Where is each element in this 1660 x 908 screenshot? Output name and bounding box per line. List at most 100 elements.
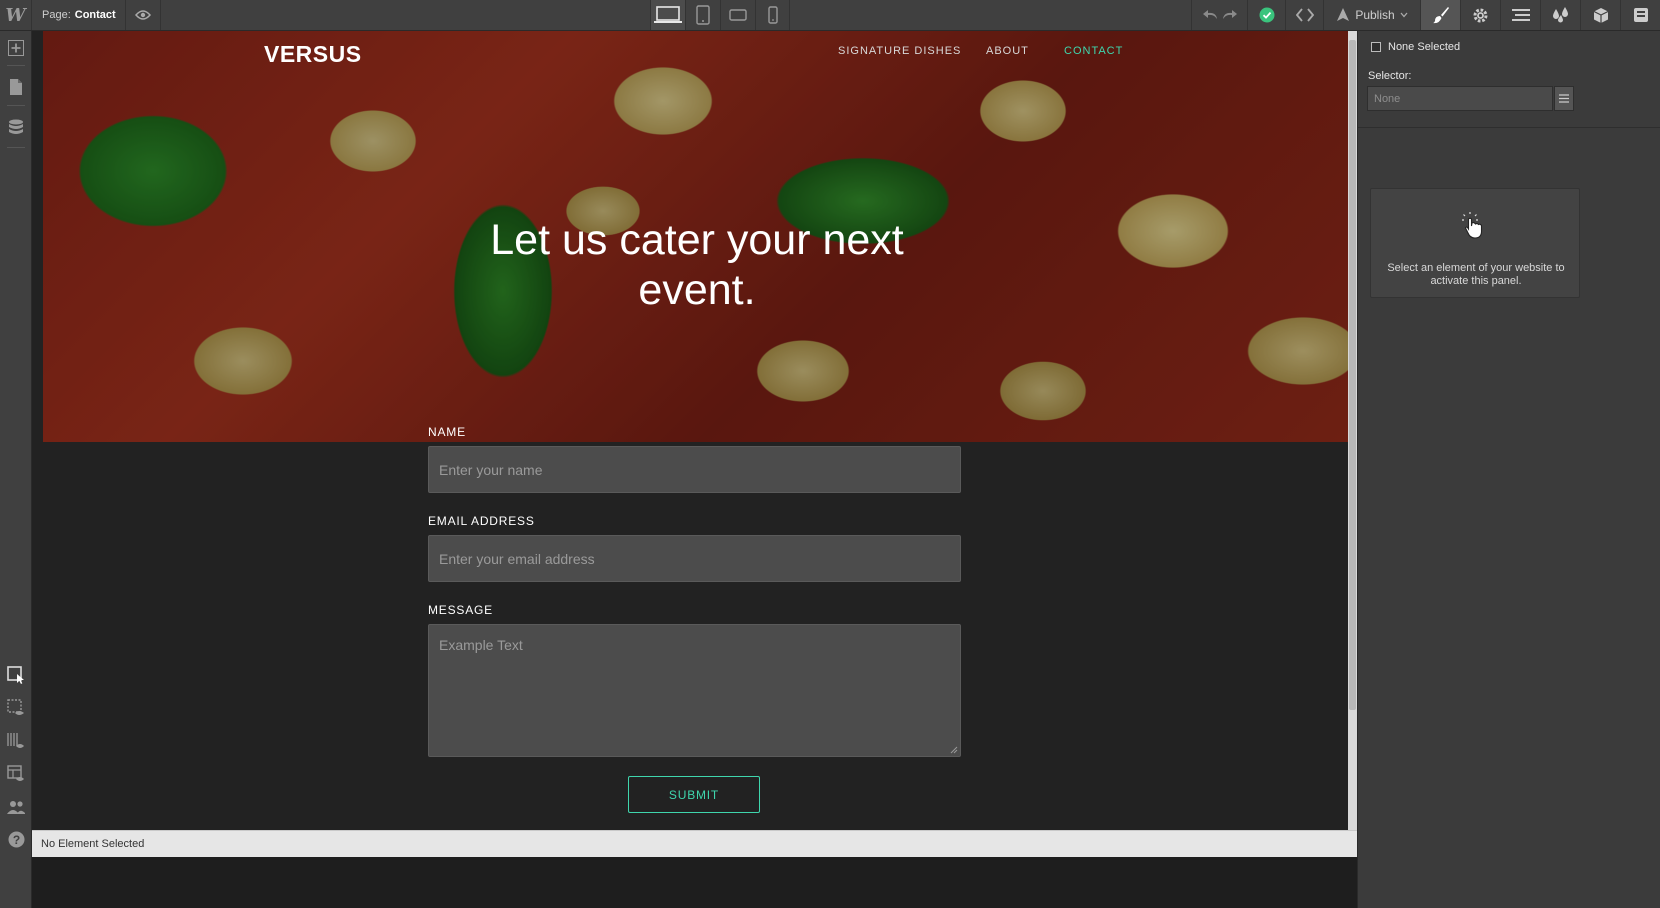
device-desktop-button[interactable] — [650, 0, 685, 30]
toolbar-right: Publish — [1191, 0, 1660, 30]
message-label: MESSAGE — [428, 603, 493, 617]
page-selector[interactable]: Page: Contact — [32, 0, 126, 30]
submit-button[interactable]: SUBMIT — [628, 776, 760, 813]
scrollbar-thumb[interactable] — [1349, 40, 1356, 710]
chevron-down-icon — [1400, 12, 1408, 18]
tab-navigator[interactable] — [1500, 0, 1540, 30]
select-tool-button[interactable] — [0, 659, 32, 691]
nav-link-signature-dishes[interactable]: SIGNATURE DISHES — [838, 45, 961, 57]
design-canvas[interactable]: VERSUS SIGNATURE DISHES ABOUT CONTACT Le… — [32, 31, 1424, 873]
element-visibility-icon — [7, 699, 24, 715]
publish-button[interactable]: Publish — [1323, 0, 1420, 30]
nav-link-contact[interactable]: CONTACT — [1064, 45, 1123, 57]
tab-swatches[interactable] — [1540, 0, 1580, 30]
hero-section[interactable]: VERSUS SIGNATURE DISHES ABOUT CONTACT Le… — [43, 31, 1411, 442]
redo-icon[interactable] — [1220, 9, 1238, 21]
undo-redo-group — [1191, 0, 1247, 30]
help-button[interactable]: ? — [0, 823, 32, 855]
empty-panel-hint: Select an element of your website to act… — [1370, 188, 1580, 298]
mobile-portrait-icon — [767, 6, 778, 24]
preview-button[interactable] — [126, 0, 161, 30]
settings-panel-icon — [1633, 8, 1648, 22]
tab-settings[interactable] — [1460, 0, 1500, 30]
page-selector-value: Contact — [74, 9, 116, 21]
device-mobile-landscape-button[interactable] — [720, 0, 755, 30]
name-placeholder: Enter your name — [439, 461, 543, 478]
selector-placeholder: None — [1374, 92, 1401, 105]
panel-divider — [1358, 127, 1660, 128]
gear-icon — [1473, 8, 1488, 22]
toolbar-divider — [7, 147, 25, 148]
mobile-landscape-icon — [729, 9, 747, 21]
hero-title[interactable]: Let us cater your next event. — [427, 215, 967, 315]
checkbox[interactable] — [1371, 42, 1381, 52]
email-label: EMAIL ADDRESS — [428, 514, 535, 528]
device-tablet-button[interactable] — [685, 0, 720, 30]
grid-icon — [7, 733, 24, 748]
tab-symbols[interactable] — [1580, 0, 1620, 30]
none-selected-toggle[interactable]: None Selected — [1371, 41, 1460, 53]
message-textarea[interactable]: Example Text — [428, 624, 961, 757]
preview-layout-button[interactable] — [0, 758, 32, 790]
left-toolbar: ? — [0, 31, 32, 908]
name-label: NAME — [428, 425, 466, 439]
help-icon: ? — [8, 831, 24, 847]
swatches-icon — [1552, 7, 1568, 23]
tab-style-manager[interactable] — [1420, 0, 1460, 30]
device-switcher — [650, 0, 790, 30]
top-toolbar: W Page: Contact Publish — [0, 0, 1660, 31]
tab-settings-panel[interactable] — [1620, 0, 1660, 30]
selector-input[interactable]: None — [1367, 86, 1553, 111]
style-panel: None Selected Selector: None Select an e… — [1357, 31, 1660, 908]
check-circle-icon — [1259, 7, 1274, 23]
status-text: No Element Selected — [41, 838, 145, 850]
pages-button[interactable] — [0, 71, 32, 103]
toolbar-divider — [7, 65, 25, 66]
box-icon — [1593, 7, 1608, 23]
code-brackets-icon — [1295, 8, 1314, 22]
site-brand[interactable]: VERSUS — [264, 41, 362, 68]
page-selector-label: Page: — [42, 9, 71, 21]
grid-overlay-button[interactable] — [0, 725, 32, 757]
svg-text:?: ? — [12, 832, 19, 846]
add-icon — [8, 40, 24, 56]
tablet-icon — [696, 5, 710, 25]
navigator-icon — [1511, 9, 1530, 21]
publish-label: Publish — [1355, 8, 1395, 22]
webflow-logo[interactable]: W — [0, 0, 32, 30]
desktop-icon — [654, 6, 682, 23]
pages-icon — [10, 79, 22, 95]
toolbar-divider — [7, 105, 25, 106]
email-input[interactable]: Enter your email address — [428, 535, 961, 582]
webflow-designer: W Page: Contact Publish ? VERSUS SIGNATU… — [0, 0, 1660, 908]
collaborators-button[interactable] — [0, 791, 32, 823]
status-bar: No Element Selected — [32, 830, 1357, 857]
selector-menu-button[interactable] — [1554, 86, 1574, 111]
name-input[interactable]: Enter your name — [428, 446, 961, 493]
cms-button[interactable] — [0, 112, 32, 144]
hand-pointer-icon — [1462, 212, 1483, 239]
rocket-icon — [1337, 8, 1350, 21]
list-icon — [1559, 94, 1569, 103]
none-selected-label: None Selected — [1388, 41, 1461, 53]
empty-panel-text: Select an element of your website to act… — [1387, 262, 1565, 287]
device-mobile-portrait-button[interactable] — [755, 0, 790, 30]
select-icon — [7, 666, 24, 684]
bottom-strip — [32, 857, 1357, 908]
resize-handle-icon[interactable] — [950, 746, 958, 754]
preview-layout-icon — [7, 765, 24, 781]
save-status-button[interactable] — [1247, 0, 1285, 30]
undo-icon[interactable] — [1202, 9, 1220, 21]
nav-link-about[interactable]: ABOUT — [986, 45, 1029, 57]
cms-icon — [9, 119, 23, 134]
eye-icon — [135, 10, 151, 20]
collaborators-icon — [7, 801, 25, 814]
add-elements-button[interactable] — [0, 32, 32, 64]
element-visibility-button[interactable] — [0, 692, 32, 724]
canvas-scrollbar[interactable] — [1348, 31, 1357, 830]
message-placeholder: Example Text — [439, 637, 523, 653]
brush-icon — [1432, 7, 1449, 24]
selector-label: Selector: — [1368, 70, 1412, 82]
code-export-button[interactable] — [1285, 0, 1323, 30]
email-placeholder: Enter your email address — [439, 550, 595, 567]
